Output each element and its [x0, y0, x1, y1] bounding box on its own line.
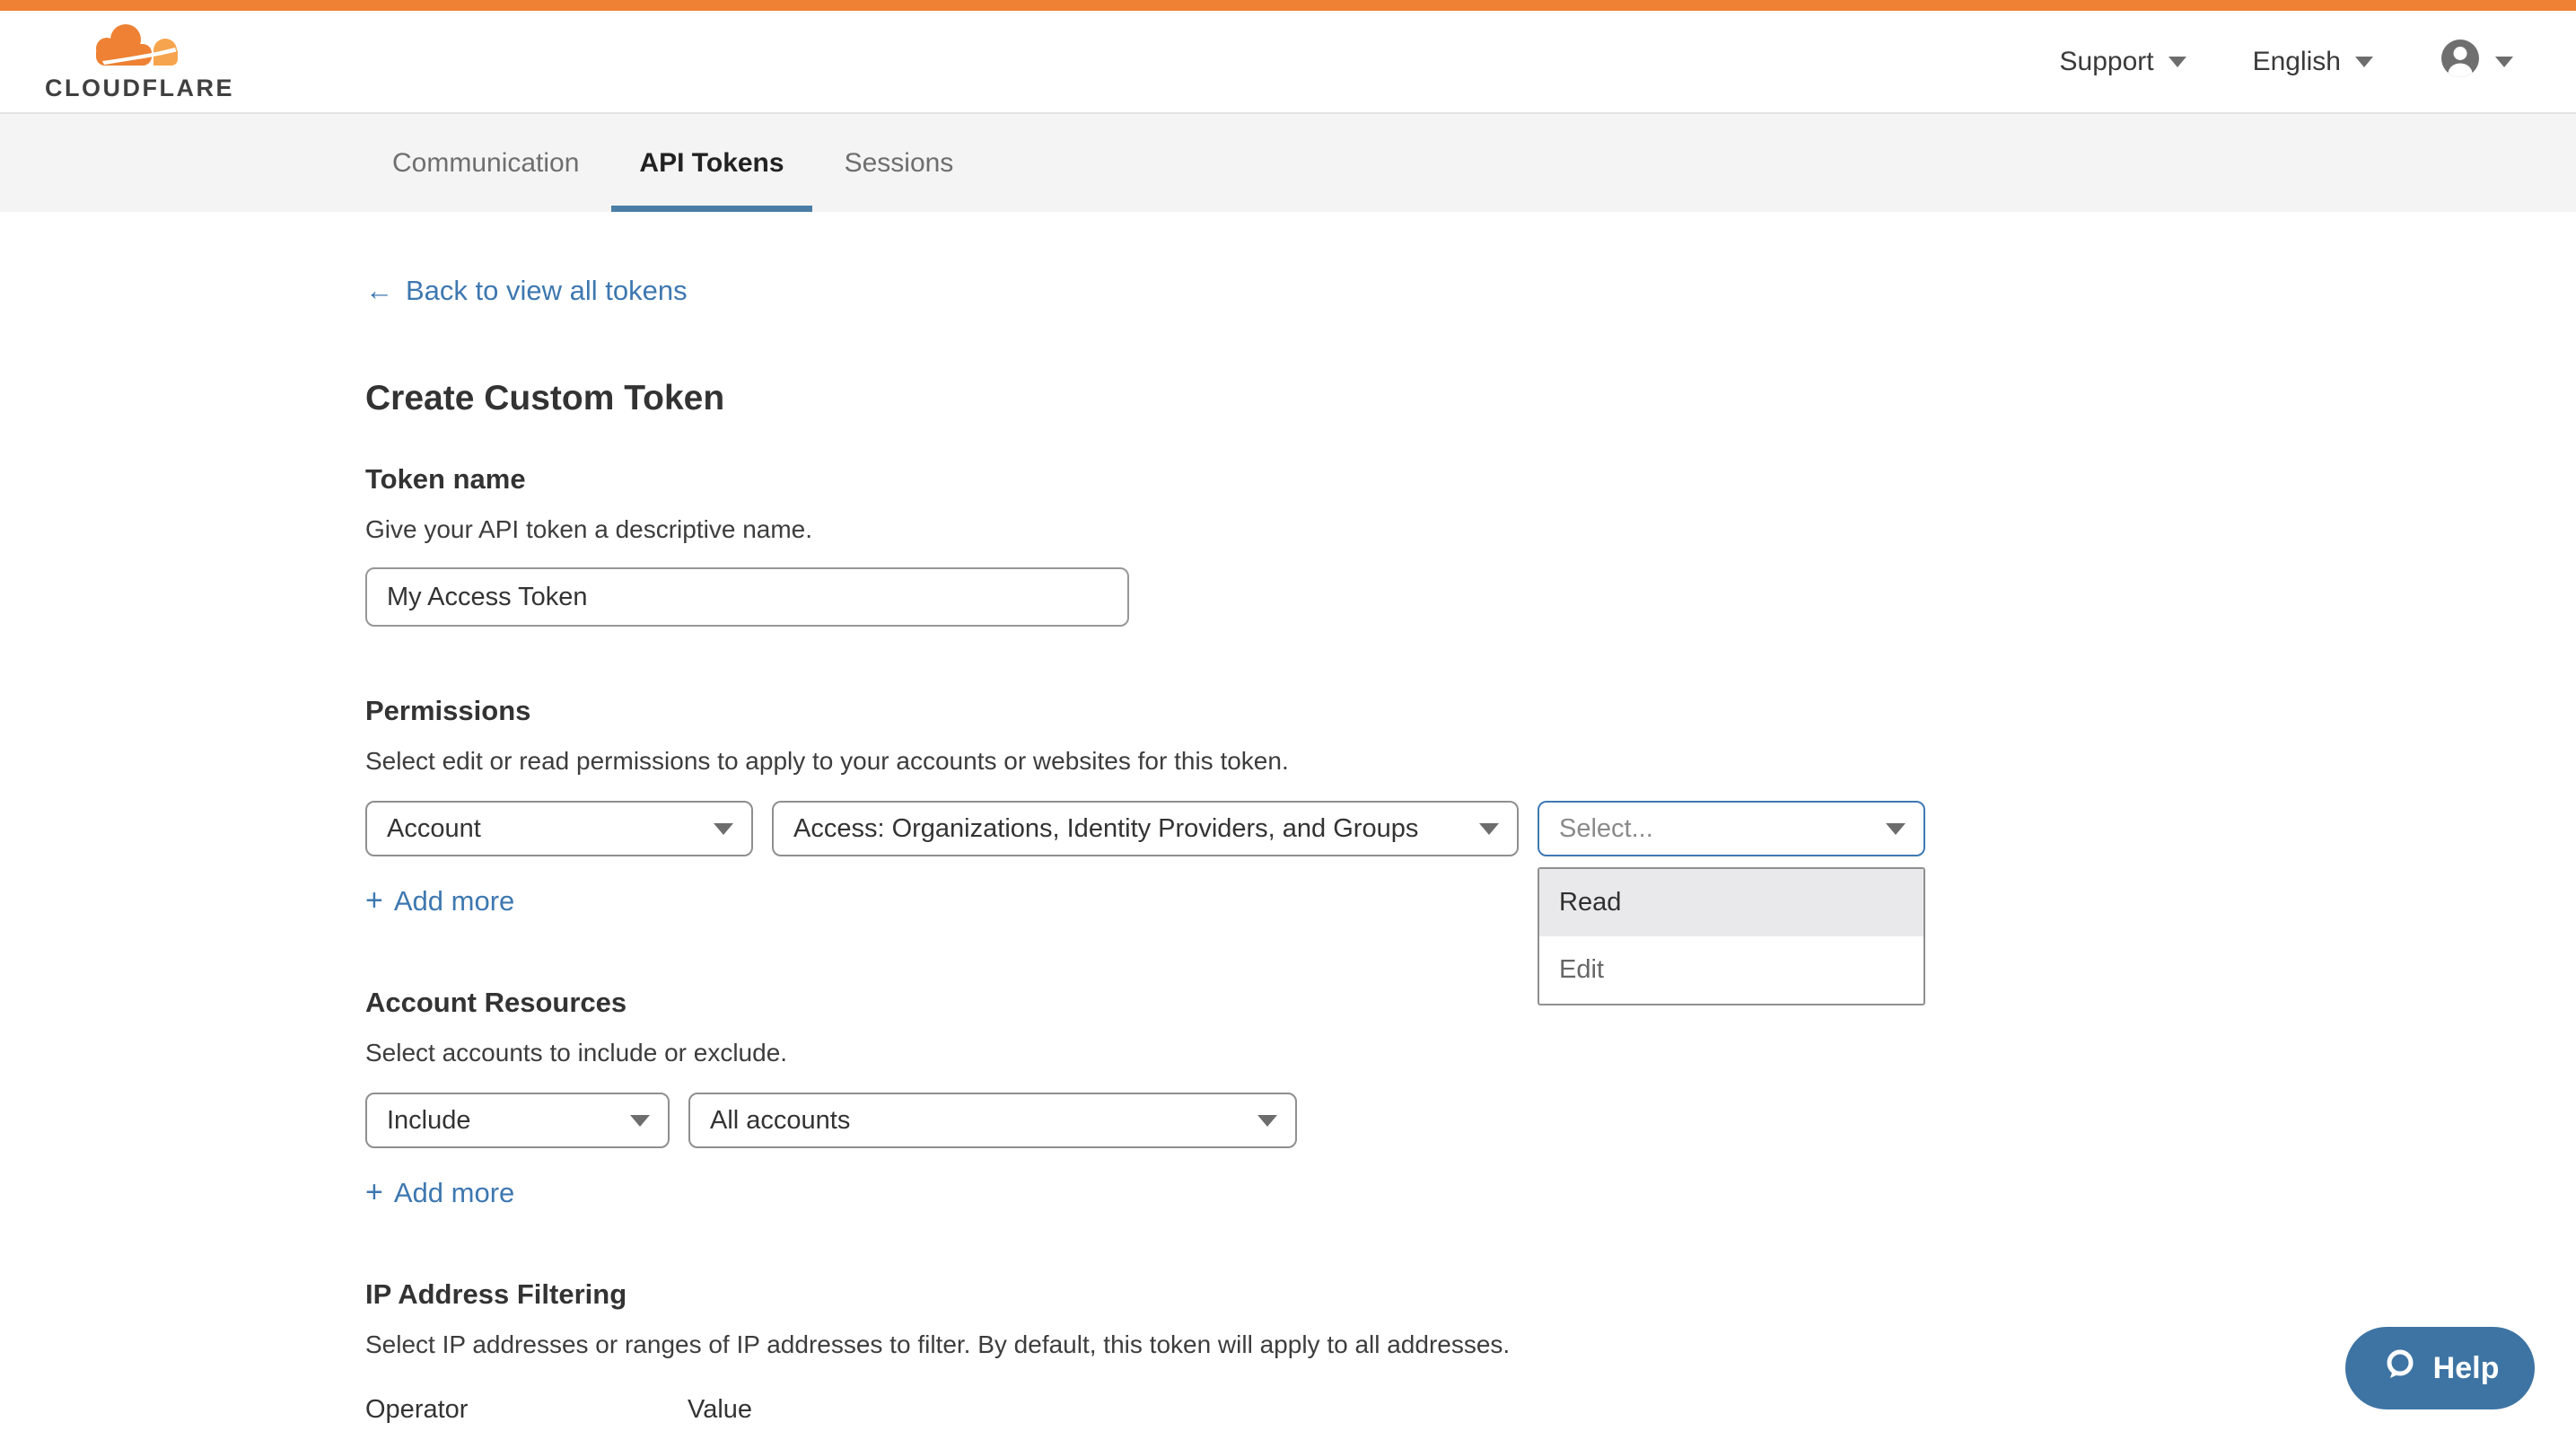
left-arrow-icon: ← — [365, 275, 393, 307]
chevron-down-icon — [714, 823, 733, 835]
back-to-tokens-link[interactable]: ← Back to view all tokens — [365, 275, 688, 307]
brand-top-bar — [0, 0, 2576, 11]
user-avatar-icon — [2440, 38, 2481, 86]
tab-api-tokens[interactable]: API Tokens — [611, 114, 811, 212]
page-title: Create Custom Token — [365, 379, 2576, 418]
account-resources-section: Account Resources Select accounts to inc… — [365, 987, 2576, 1210]
chevron-down-icon — [2495, 57, 2513, 67]
language-menu[interactable]: English — [2253, 47, 2373, 77]
chevron-down-icon — [630, 1115, 650, 1127]
token-name-section: Token name Give your API token a descrip… — [365, 463, 2576, 627]
token-name-input[interactable] — [365, 567, 1129, 627]
language-menu-label: English — [2253, 47, 2341, 77]
account-resources-heading: Account Resources — [365, 987, 2576, 1019]
global-header: CLOUDFLARE Support English — [0, 11, 2576, 112]
help-button-label: Help — [2433, 1351, 2500, 1386]
permissions-section: Permissions Select edit or read permissi… — [365, 695, 2576, 918]
profile-tab-bar: Communication API Tokens Sessions — [0, 112, 2576, 212]
chevron-down-icon — [1257, 1115, 1277, 1127]
permissions-row: Account Access: Organizations, Identity … — [365, 801, 2576, 856]
permission-resource-dropdown[interactable]: Access: Organizations, Identity Provider… — [772, 801, 1519, 856]
chevron-down-icon — [1479, 823, 1499, 835]
plus-icon: + — [365, 883, 383, 918]
permission-level-dropdown-wrap: Select... Read Edit — [1538, 801, 1925, 856]
main-content: ← Back to view all tokens Create Custom … — [0, 212, 2576, 1431]
menu-option-edit[interactable]: Edit — [1539, 936, 1923, 1004]
permission-level-placeholder: Select... — [1559, 814, 1653, 844]
permission-scope-dropdown[interactable]: Account — [365, 801, 753, 856]
tab-label: Communication — [392, 148, 579, 179]
permission-level-menu: Read Edit — [1538, 867, 1925, 1005]
value-label: Value — [688, 1395, 752, 1425]
chevron-down-icon — [1886, 823, 1906, 835]
permission-scope-value: Account — [387, 814, 481, 844]
active-tab-indicator — [611, 206, 811, 212]
account-menu[interactable] — [2440, 38, 2513, 86]
support-menu-label: Support — [2060, 47, 2154, 77]
account-resources-description: Select accounts to include or exclude. — [365, 1039, 2576, 1067]
cloudflare-cloud-icon — [84, 21, 194, 73]
tab-label: API Tokens — [639, 148, 784, 179]
account-resources-add-more-link[interactable]: + Add more — [365, 1175, 514, 1210]
permission-level-dropdown[interactable]: Select... — [1538, 801, 1925, 856]
chevron-down-icon — [2355, 57, 2373, 67]
ip-filtering-heading: IP Address Filtering — [365, 1278, 2576, 1311]
cloudflare-logo[interactable]: CLOUDFLARE — [45, 21, 234, 102]
account-resources-row: Include All accounts — [365, 1093, 2576, 1148]
menu-option-read[interactable]: Read — [1539, 869, 1923, 936]
tab-sessions[interactable]: Sessions — [817, 114, 982, 212]
ip-filtering-labels: Operator Value — [365, 1395, 2576, 1425]
plus-icon: + — [365, 1175, 383, 1210]
cloudflare-wordmark: CLOUDFLARE — [45, 75, 234, 102]
resource-mode-dropdown[interactable]: Include — [365, 1093, 670, 1148]
operator-label: Operator — [365, 1395, 669, 1425]
token-name-description: Give your API token a descriptive name. — [365, 515, 2576, 544]
add-more-label: Add more — [394, 1177, 514, 1209]
permissions-add-more-link[interactable]: + Add more — [365, 883, 514, 918]
chevron-down-icon — [2169, 57, 2186, 67]
help-button[interactable]: Help — [2345, 1327, 2535, 1409]
add-more-label: Add more — [394, 885, 514, 917]
support-menu[interactable]: Support — [2060, 47, 2186, 77]
tab-label: Sessions — [845, 148, 954, 179]
ip-filtering-section: IP Address Filtering Select IP addresses… — [365, 1278, 2576, 1431]
tab-communication[interactable]: Communication — [364, 114, 607, 212]
header-actions: Support English — [2060, 38, 2513, 86]
resource-selection-value: All accounts — [710, 1106, 850, 1136]
permission-resource-value: Access: Organizations, Identity Provider… — [793, 814, 1418, 844]
ip-filtering-description: Select IP addresses or ranges of IP addr… — [365, 1330, 2576, 1359]
back-link-label: Back to view all tokens — [406, 275, 688, 307]
permissions-heading: Permissions — [365, 695, 2576, 727]
resource-mode-value: Include — [387, 1106, 471, 1136]
permissions-description: Select edit or read permissions to apply… — [365, 747, 2576, 776]
chat-bubble-icon — [2381, 1346, 2419, 1391]
token-name-heading: Token name — [365, 463, 2576, 496]
resource-selection-dropdown[interactable]: All accounts — [688, 1093, 1297, 1148]
